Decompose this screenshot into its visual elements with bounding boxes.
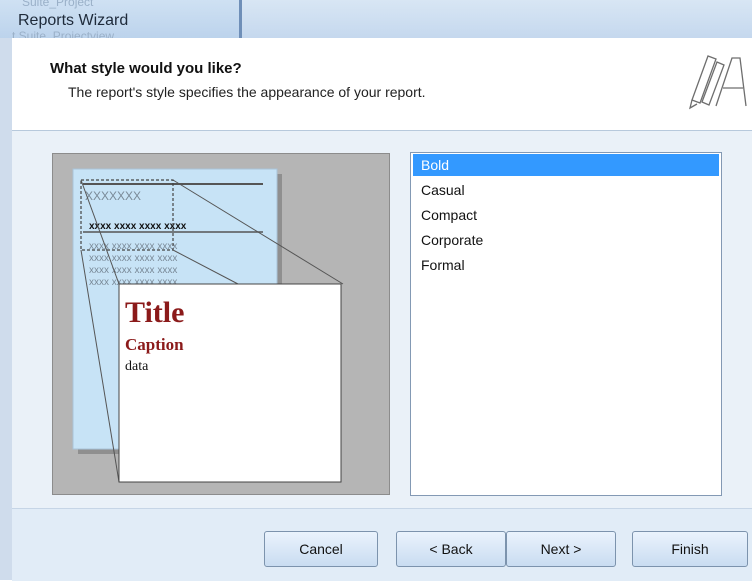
reports-wizard-dialog: What style would you like? The report's … — [12, 38, 752, 581]
wizard-footer: Cancel < Back Next > Finish — [12, 508, 752, 581]
back-button[interactable]: < Back — [396, 531, 506, 567]
wizard-header: What style would you like? The report's … — [12, 38, 752, 131]
style-list-item-corporate[interactable]: Corporate — [413, 229, 719, 251]
style-list-item-compact[interactable]: Compact — [413, 204, 719, 226]
preview-caption-text: Caption — [125, 335, 184, 354]
preview-header-placeholder: XXXXXXX — [85, 189, 141, 203]
title-bar-background — [242, 0, 752, 38]
preview-row-placeholder: xxxx xxxx xxxx xxxx — [89, 265, 177, 276]
window-title: Reports Wizard — [18, 12, 129, 29]
wizard-pencil-icon — [688, 55, 747, 110]
preview-data-text: data — [125, 359, 149, 374]
style-list-item-bold[interactable]: Bold — [413, 154, 719, 176]
preview-title-text: Title — [125, 296, 184, 329]
style-list-item-casual[interactable]: Casual — [413, 179, 719, 201]
preview-row-placeholder: xxxx xxxx xxxx xxxx — [89, 253, 177, 264]
background-window-text: Suite_Project — [22, 0, 94, 9]
page-heading: What style would you like? — [50, 60, 242, 77]
style-list-item-formal[interactable]: Formal — [413, 254, 719, 276]
preview-row-placeholder: xxxx xxxx xxxx xxxx — [89, 221, 187, 232]
style-preview-image: XXXXXXX xxxx xxxx xxxx xxxx xxxx xxxx xx… — [72, 168, 344, 483]
page-description: The report's style specifies the appeara… — [68, 84, 426, 100]
style-preview-panel: XXXXXXX xxxx xxxx xxxx xxxx xxxx xxxx xx… — [52, 153, 390, 495]
cancel-button[interactable]: Cancel — [264, 531, 378, 567]
window-title-bar: Suite_Project t Suite_Projectview Report… — [0, 0, 752, 43]
next-button[interactable]: Next > — [506, 531, 616, 567]
finish-button[interactable]: Finish — [632, 531, 748, 567]
style-list[interactable]: Bold Casual Compact Corporate Formal — [410, 152, 722, 496]
